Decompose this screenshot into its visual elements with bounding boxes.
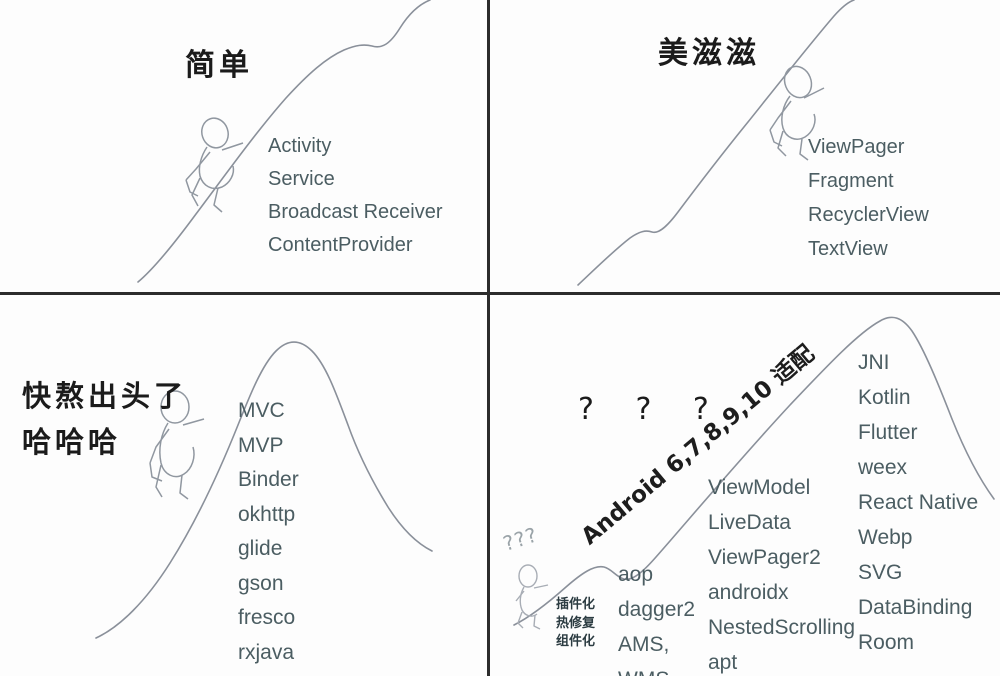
term-viewpager2: ViewPager2 (708, 546, 821, 569)
term-aop: aop (618, 563, 654, 586)
term-nestedscrolling: NestedScrolling (708, 616, 856, 639)
term-binder: Binder (238, 468, 299, 491)
term-mvc: MVC (238, 399, 285, 422)
term-mvp: MVP (238, 433, 284, 457)
panel-4-term-column-c: JNI Kotlin Flutter weex React Native Web… (858, 345, 978, 660)
term-webp: Webp (858, 526, 913, 549)
term-flutter: Flutter (858, 421, 918, 444)
panel-stage-1: 简单 Activity Service Broadcast Receiver C… (0, 0, 487, 292)
term-gson: gson (238, 571, 284, 595)
panel-1-caption: 简单 (185, 48, 253, 83)
term-dagger2: dagger2 (618, 598, 696, 621)
term-svg: SVG (858, 561, 903, 584)
term-broadcast-receiver: Broadcast Receiver (268, 201, 443, 223)
term-contentprovider: ContentProvider (268, 234, 413, 256)
term-wms: WMS (618, 662, 695, 676)
panel-3-caption: 快熬出头了 哈哈哈 (22, 373, 187, 465)
panel-divider-vertical (487, 0, 490, 676)
meme-image: 简单 Activity Service Broadcast Receiver C… (0, 0, 1000, 676)
panel-3-caption-line-1: 快熬出头了 (22, 379, 188, 413)
term-activity: Activity (268, 135, 332, 157)
term-androidx: androidx (708, 581, 789, 604)
term-viewmodel: ViewModel (708, 476, 811, 499)
stick-figure-small-climber (515, 564, 549, 630)
panel-4-term-column-a: aop dagger2 AMS, WMS (618, 557, 695, 676)
panel-3-caption-line-2: 哈哈哈 (22, 425, 122, 459)
panel-stage-3: 快熬出头了 哈哈哈 MVC MVP Binder okhttp glide gs… (0, 295, 487, 676)
term-plugin-ization: 插件化 (556, 597, 596, 612)
stick-figure-climber (185, 117, 244, 213)
term-jni: JNI (858, 351, 890, 374)
panel-1-term-list: Activity Service Broadcast Receiver Cont… (268, 130, 443, 262)
term-fresco: fresco (238, 606, 296, 629)
term-livedata: LiveData (708, 511, 791, 534)
term-weex: weex (858, 456, 908, 479)
term-textview: TextView (808, 238, 888, 260)
term-glide: glide (238, 537, 283, 560)
term-service: Service (268, 168, 335, 190)
term-databinding: DataBinding (858, 596, 973, 619)
panel-stage-4: ? ? ? ??? Android 6,7,8,9,10 适配 插件化 热修复 … (490, 295, 1000, 676)
panel-2-caption: 美滋滋 (658, 36, 760, 71)
panel-divider-horizontal (0, 292, 1000, 295)
term-react-native: React Native (858, 491, 979, 514)
term-viewpager: ViewPager (808, 136, 905, 158)
term-fragment: Fragment (808, 170, 894, 192)
panel-2-term-list: ViewPager Fragment RecyclerView TextView (808, 130, 929, 266)
term-kotlin: Kotlin (858, 386, 911, 409)
panel-4-term-column-b: ViewModel LiveData ViewPager2 androidx N… (708, 470, 855, 676)
term-hotfix: 热修复 (556, 615, 596, 631)
term-recyclerview: RecyclerView (808, 204, 929, 226)
panel-4-chinese-terms: 插件化 热修复 组件化 (556, 596, 595, 652)
panel-4-doodle-question-marks: ??? (500, 522, 541, 556)
term-room: Room (858, 631, 915, 654)
panel-3-term-list: MVC MVP Binder okhttp glide gson fresco … (238, 394, 299, 670)
panel-stage-2: 美滋滋 ViewPager Fragment RecyclerView Text… (490, 0, 1000, 292)
term-ams: AMS, (618, 633, 670, 656)
term-apt: apt (708, 651, 738, 674)
term-okhttp: okhttp (238, 502, 296, 526)
term-componentization: 组件化 (556, 634, 596, 649)
term-rxjava: rxjava (238, 640, 295, 664)
